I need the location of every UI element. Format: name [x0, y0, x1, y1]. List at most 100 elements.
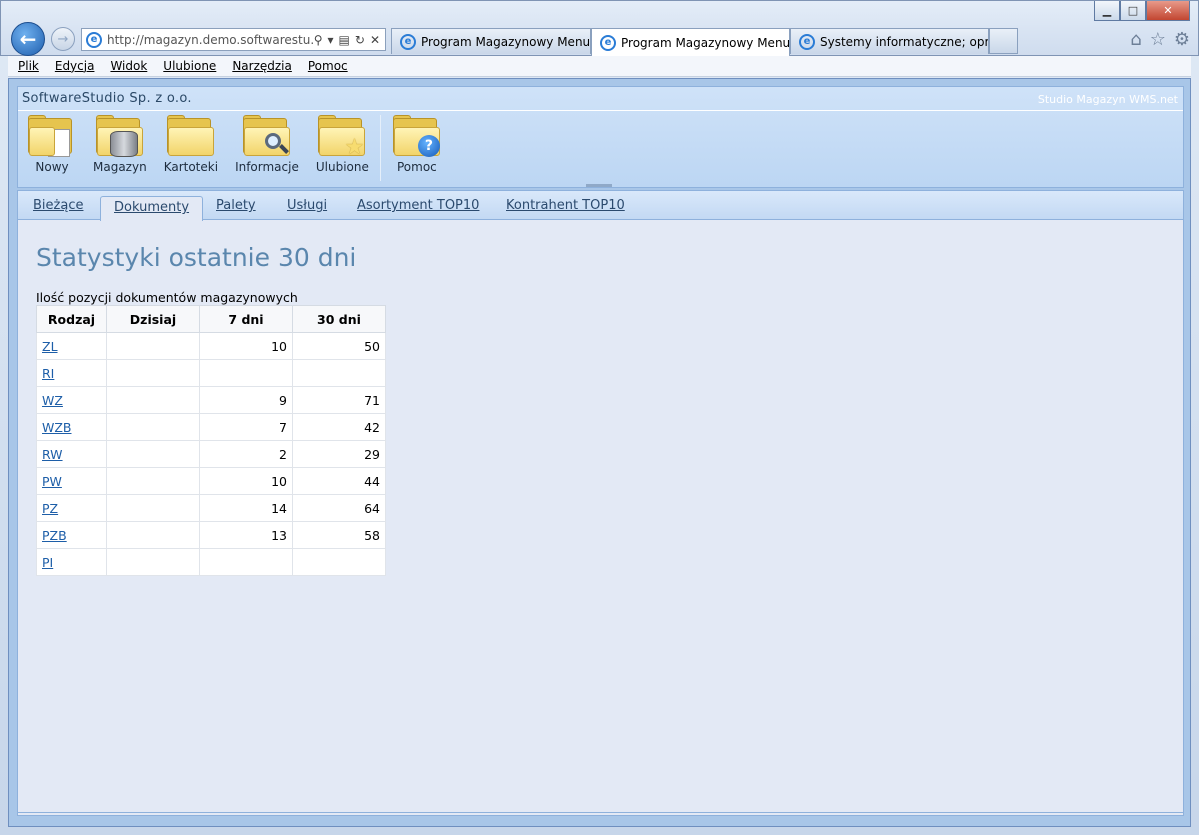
tab-asortyment-top10[interactable]: Asortyment TOP10: [357, 198, 479, 213]
menu-plik[interactable]: Plik: [18, 59, 39, 73]
new-document-icon: [28, 115, 76, 157]
stats-table: Rodzaj Dzisiaj 7 dni 30 dni ZL 10 50 RI WZ 9 7…: [36, 305, 386, 576]
magnifier-icon: [242, 115, 291, 157]
cell-7-dni: [199, 359, 293, 387]
cell-7-dni: 13: [199, 521, 293, 549]
document-type-link[interactable]: RI: [42, 366, 54, 381]
stats-caption: Ilość pozycji dokumentów magazynowych: [36, 290, 298, 305]
browser-chrome: ▁ □ ✕ ← → e http://magazyn.demo.software…: [0, 0, 1199, 56]
content-panel: Bieżące Dokumenty Palety Usługi Asortyme…: [17, 190, 1184, 816]
refresh-icon[interactable]: ↻: [355, 33, 365, 47]
cell-dzisiaj: [106, 440, 200, 468]
cell-rodzaj: WZ: [36, 386, 107, 414]
menu-widok[interactable]: Widok: [110, 59, 147, 73]
browser-tab[interactable]: e Program Magazynowy Menu: [391, 28, 591, 54]
tab-kontrahent-top10[interactable]: Kontrahent TOP10: [506, 198, 625, 213]
database-icon: [95, 115, 144, 157]
cell-dzisiaj: [106, 386, 200, 414]
browser-tab-title: Systemy informatyczne; oprog...: [820, 34, 989, 49]
document-type-link[interactable]: WZB: [42, 420, 72, 435]
tab-palety[interactable]: Palety: [216, 198, 256, 213]
toolbar-button-ulubione[interactable]: ★ Ulubione: [316, 115, 369, 174]
cell-30-dni: 44: [292, 467, 386, 495]
toolbar-label: Kartoteki: [163, 160, 219, 174]
window-controls: ▁ □ ✕: [1094, 1, 1190, 21]
document-type-link[interactable]: PW: [42, 474, 62, 489]
toolbar-button-pomoc[interactable]: ? Pomoc: [392, 115, 441, 174]
menu-ulubione[interactable]: Ulubione: [163, 59, 216, 73]
compatibility-icon[interactable]: ▤: [339, 33, 350, 47]
app-header: SoftwareStudio Sp. z o.o. Studio Magazyn…: [17, 86, 1184, 188]
column-header-dzisiaj: Dzisiaj: [106, 305, 200, 333]
home-icon[interactable]: ⌂: [1130, 29, 1141, 50]
forward-button[interactable]: →: [51, 27, 75, 51]
table-row: PI: [36, 548, 386, 576]
cell-30-dni: [292, 359, 386, 387]
toolbar-button-informacje[interactable]: Informacje: [235, 115, 299, 174]
star-icon: ★: [318, 115, 366, 159]
search-icon[interactable]: ⚲: [314, 33, 323, 47]
toolbar-button-kartoteki[interactable]: Kartoteki: [164, 115, 218, 174]
new-tab-button[interactable]: [989, 28, 1018, 54]
browser-tab-title: Program Magazynowy Menu: [421, 34, 591, 49]
browser-tab[interactable]: e Systemy informatyczne; oprog...: [790, 28, 989, 54]
stop-icon[interactable]: ✕: [370, 33, 380, 47]
menu-bar: Plik Edycja Widok Ulubione Narzędzia Pom…: [8, 56, 1191, 77]
stats-table-body: ZL 10 50 RI WZ 9 71 WZB 7 42 RW 2 29 PW 10 44 PZ 14 64 PZB 1…: [36, 332, 386, 576]
cell-rodzaj: PZ: [36, 494, 107, 522]
cell-dzisiaj: [106, 548, 200, 576]
folder-icon: [166, 115, 215, 157]
tab-uslugi[interactable]: Usługi: [287, 198, 327, 213]
table-row: WZ 9 71: [36, 386, 386, 414]
ie-page-icon: e: [86, 31, 102, 48]
cell-7-dni: 10: [199, 467, 293, 495]
tab-dokumenty[interactable]: Dokumenty: [100, 196, 204, 221]
document-type-link[interactable]: RW: [42, 447, 63, 462]
gear-icon[interactable]: ⚙: [1174, 29, 1190, 50]
cell-rodzaj: PW: [36, 467, 107, 495]
toolbar-button-magazyn[interactable]: Magazyn: [93, 115, 147, 174]
cell-dzisiaj: [106, 494, 200, 522]
dropdown-icon[interactable]: ▾: [328, 33, 334, 47]
cell-rodzaj: ZL: [36, 332, 107, 360]
maximize-button[interactable]: □: [1120, 1, 1146, 21]
address-url[interactable]: http://magazyn.demo.softwarestu...: [107, 33, 314, 47]
cell-30-dni: 58: [292, 521, 386, 549]
cell-30-dni: 29: [292, 440, 386, 468]
cell-30-dni: 64: [292, 494, 386, 522]
toolbar-label: Ulubione: [315, 160, 369, 174]
main-toolbar: Nowy Magazyn Kartoteki Informacje ★ Ulub…: [18, 115, 448, 181]
document-type-link[interactable]: PZ: [42, 501, 58, 516]
document-type-link[interactable]: PI: [42, 555, 53, 570]
document-type-link[interactable]: WZ: [42, 393, 63, 408]
browser-tab-active[interactable]: e Program Magazynowy Menu ✕: [591, 28, 790, 56]
cell-rodzaj: WZB: [36, 413, 107, 441]
product-name: Studio Magazyn WMS.net: [1037, 93, 1178, 106]
cell-dzisiaj: [106, 359, 200, 387]
cell-7-dni: 10: [199, 332, 293, 360]
toolbar-button-nowy[interactable]: Nowy: [28, 115, 76, 174]
cell-30-dni: 42: [292, 413, 386, 441]
menu-pomoc[interactable]: Pomoc: [308, 59, 348, 73]
cell-30-dni: [292, 548, 386, 576]
panel-splitter[interactable]: [586, 184, 612, 187]
cell-30-dni: 71: [292, 386, 386, 414]
document-type-link[interactable]: PZB: [42, 528, 67, 543]
cell-dzisiaj: [106, 332, 200, 360]
back-button[interactable]: ←: [11, 22, 45, 56]
tab-biezace[interactable]: Bieżące: [33, 198, 83, 213]
menu-narzedzia[interactable]: Narzędzia: [232, 59, 292, 73]
ie-page-icon: e: [600, 34, 616, 51]
ie-page-icon: e: [799, 33, 815, 50]
cell-dzisiaj: [106, 413, 200, 441]
cell-7-dni: 9: [199, 386, 293, 414]
cell-7-dni: 14: [199, 494, 293, 522]
address-bar[interactable]: e http://magazyn.demo.softwarestu... ⚲ ▾…: [81, 28, 386, 51]
document-type-link[interactable]: ZL: [42, 339, 58, 354]
star-icon[interactable]: ☆: [1150, 29, 1166, 50]
close-window-button[interactable]: ✕: [1146, 1, 1190, 21]
cell-dzisiaj: [106, 521, 200, 549]
menu-edycja[interactable]: Edycja: [55, 59, 95, 73]
minimize-button[interactable]: ▁: [1094, 1, 1120, 21]
cell-7-dni: 2: [199, 440, 293, 468]
